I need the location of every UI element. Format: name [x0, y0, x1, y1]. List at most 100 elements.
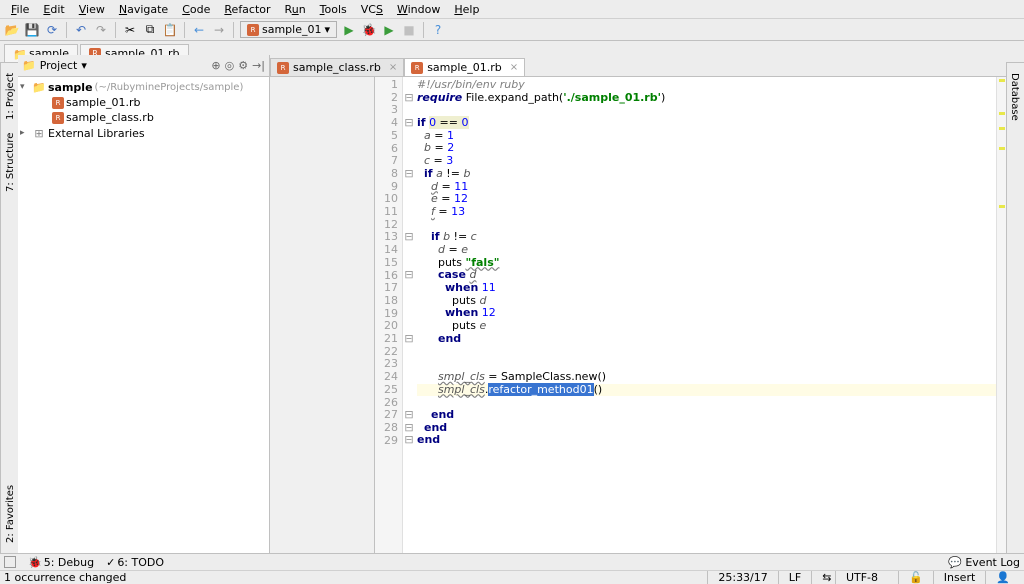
ruby-icon: R	[247, 24, 259, 36]
tool-favorites[interactable]: 2: Favorites	[1, 479, 18, 549]
tool-structure[interactable]: 7: Structure	[1, 126, 18, 197]
tree-root-name: sample	[48, 81, 93, 94]
ruby-icon: R	[277, 62, 289, 74]
tool-project[interactable]: 1: Project	[1, 67, 18, 126]
copy-icon[interactable]: ⧉	[142, 22, 158, 38]
left-tool-strip: 2: Favorites 7: Structure 1: Project	[0, 63, 18, 553]
cut-icon[interactable]: ✂	[122, 22, 138, 38]
separator	[184, 22, 185, 38]
menu-navigate[interactable]: Navigate	[112, 1, 175, 18]
hide-tools-icon[interactable]	[4, 556, 16, 569]
separator	[66, 22, 67, 38]
tool-event-log[interactable]: 💬 Event Log	[948, 556, 1020, 569]
tree-ext-lib-label: External Libraries	[48, 127, 145, 140]
back-icon[interactable]: ←	[191, 22, 207, 38]
sync-icon[interactable]: ⟳	[44, 22, 60, 38]
warning-marker[interactable]	[999, 205, 1005, 208]
editor-inactive-pane	[270, 77, 375, 553]
run-icon[interactable]: ▶	[341, 22, 357, 38]
open-icon[interactable]: 📂	[4, 22, 20, 38]
project-panel: 📁 Project ▾ ⊕ ◎ ⚙ →| ▾ 📁 sample (~/Rubym…	[18, 55, 270, 553]
menu-refactor[interactable]: Refactor	[217, 1, 277, 18]
menu-window[interactable]: Window	[390, 1, 447, 18]
target-icon[interactable]: ◎	[225, 59, 235, 72]
tree-file[interactable]: R sample_01.rb	[20, 95, 267, 110]
warning-marker[interactable]	[999, 147, 1005, 150]
run-config-label: sample_01	[262, 23, 322, 36]
folder-icon: 📁	[32, 80, 46, 94]
close-icon[interactable]: ×	[506, 62, 518, 73]
project-header: 📁 Project ▾ ⊕ ◎ ⚙ →|	[18, 55, 269, 77]
toolbar: 📂 💾 ⟳ ↶ ↷ ✂ ⧉ 📋 ← → R sample_01 ▾ ▶ 🐞 ▶ …	[0, 19, 1024, 41]
ruby-icon: R	[411, 62, 423, 74]
tree-file-label: sample_class.rb	[66, 111, 154, 124]
menu-vcs[interactable]: VCS	[354, 1, 390, 18]
tree-toggle-icon[interactable]: ▾	[20, 82, 30, 92]
tool-debug[interactable]: 🐞 5: Debug	[28, 556, 94, 569]
project-tree: ▾ 📁 sample (~/RubymineProjects/sample) R…	[18, 77, 269, 143]
project-header-label: Project	[40, 59, 78, 72]
editor-tab-label: sample_01.rb	[427, 61, 502, 74]
tool-todo[interactable]: ✓ 6: TODO	[106, 556, 164, 569]
menu-run[interactable]: Run	[278, 1, 313, 18]
undo-icon[interactable]: ↶	[73, 22, 89, 38]
close-icon[interactable]: ×	[385, 62, 397, 73]
status-insert[interactable]: Insert	[933, 571, 986, 584]
status-encoding[interactable]: ⇆ UTF-8	[811, 571, 898, 584]
tool-database[interactable]: Database	[1007, 67, 1024, 127]
tree-root[interactable]: ▾ 📁 sample (~/RubymineProjects/sample)	[20, 79, 267, 95]
menubar: File Edit View Navigate Code Refactor Ru…	[0, 0, 1024, 19]
hide-icon[interactable]: →|	[252, 59, 265, 72]
editor-tab-sample-01[interactable]: R sample_01.rb ×	[404, 58, 525, 76]
tree-file-label: sample_01.rb	[66, 96, 141, 109]
code-editor[interactable]: #!/usr/bin/env rubyrequire File.expand_p…	[415, 77, 996, 553]
stop-icon[interactable]: ■	[401, 22, 417, 38]
tree-root-path: (~/RubymineProjects/sample)	[95, 82, 244, 93]
coverage-icon[interactable]: ▶	[381, 22, 397, 38]
editor-area: 1234567891011121314151617181920212223242…	[270, 77, 1006, 553]
ruby-icon: R	[52, 112, 64, 124]
status-readonly-icon[interactable]: 🔓	[898, 571, 933, 584]
separator	[233, 22, 234, 38]
tree-external-libs[interactable]: ▸ ⊞ External Libraries	[20, 125, 267, 141]
error-stripe[interactable]	[996, 77, 1006, 553]
debug-icon[interactable]: 🐞	[361, 22, 377, 38]
collapse-icon[interactable]: ⊕	[211, 59, 220, 72]
editor-tab-sample-class[interactable]: R sample_class.rb ×	[270, 58, 404, 76]
tree-toggle-icon[interactable]: ▸	[20, 128, 30, 138]
warning-marker[interactable]	[999, 79, 1005, 82]
menu-tools[interactable]: Tools	[313, 1, 354, 18]
save-icon[interactable]: 💾	[24, 22, 40, 38]
bottom-tool-bar: 🐞 5: Debug ✓ 6: TODO 💬 Event Log	[0, 553, 1024, 570]
menu-view[interactable]: View	[72, 1, 112, 18]
run-config-selector[interactable]: R sample_01 ▾	[240, 21, 337, 38]
menu-edit[interactable]: Edit	[36, 1, 71, 18]
status-position[interactable]: 25:33/17	[707, 571, 777, 584]
help-icon[interactable]: ?	[430, 22, 446, 38]
library-icon: ⊞	[32, 126, 46, 140]
right-tool-strip: Database	[1006, 63, 1024, 553]
gear-icon[interactable]: ⚙	[238, 59, 248, 72]
menu-code[interactable]: Code	[175, 1, 217, 18]
menu-file[interactable]: File	[4, 1, 36, 18]
warning-marker[interactable]	[999, 112, 1005, 115]
status-hector-icon[interactable]: 👤	[985, 571, 1020, 584]
tree-file[interactable]: R sample_class.rb	[20, 110, 267, 125]
chevron-down-icon: ▾	[325, 23, 331, 36]
redo-icon[interactable]: ↷	[93, 22, 109, 38]
warning-marker[interactable]	[999, 127, 1005, 130]
line-gutter[interactable]: 1234567891011121314151617181920212223242…	[375, 77, 403, 553]
status-message: 1 occurrence changed	[4, 571, 126, 584]
menu-help[interactable]: Help	[447, 1, 486, 18]
fold-gutter[interactable]: ⊟⊟⊟⊟⊟⊟⊟⊟⊟	[403, 77, 415, 553]
ruby-icon: R	[52, 97, 64, 109]
folder-icon: 📁	[22, 59, 36, 72]
forward-icon[interactable]: →	[211, 22, 227, 38]
chevron-down-icon[interactable]: ▾	[81, 59, 87, 72]
editor-tabs: R sample_class.rb × R sample_01.rb ×	[270, 55, 1006, 77]
separator	[423, 22, 424, 38]
status-line-sep[interactable]: LF	[778, 571, 811, 584]
paste-icon[interactable]: 📋	[162, 22, 178, 38]
status-bar: 1 occurrence changed 25:33/17 LF ⇆ UTF-8…	[0, 570, 1024, 584]
editor-tab-label: sample_class.rb	[293, 61, 381, 74]
